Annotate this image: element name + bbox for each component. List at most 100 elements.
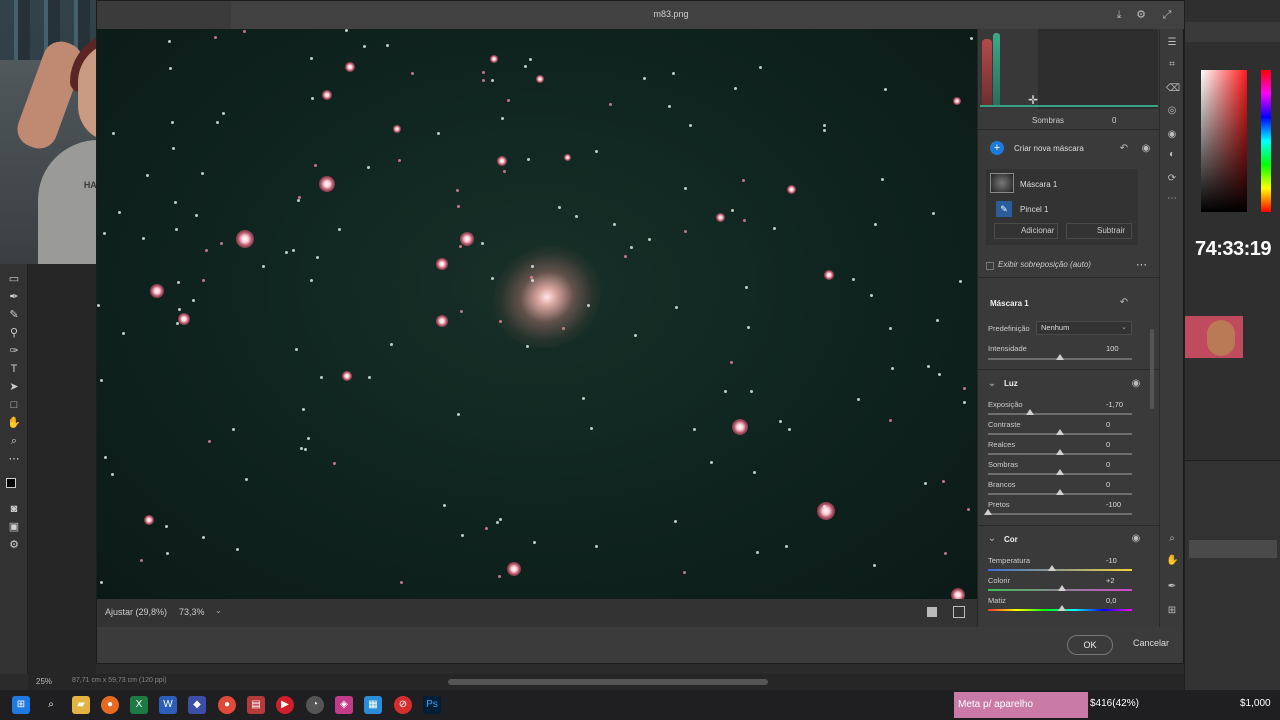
adjustment-slider[interactable] xyxy=(988,469,1132,475)
mask-item-label[interactable]: Máscara 1 xyxy=(1020,180,1057,189)
slider-thumb[interactable] xyxy=(1056,449,1064,455)
slider-value[interactable]: -1,70 xyxy=(1106,400,1123,409)
chevron-down-icon[interactable]: ⌄ xyxy=(215,606,222,615)
image-preview[interactable] xyxy=(97,29,977,599)
eyedropper-tool-icon[interactable]: ✒ xyxy=(6,290,22,304)
quick-mask-icon[interactable]: ◙ xyxy=(6,502,22,516)
adjustment-slider[interactable] xyxy=(988,585,1132,591)
red-eye-icon[interactable]: ◉ xyxy=(1166,129,1178,141)
windows-start-icon[interactable]: ⊞ xyxy=(12,696,30,714)
eye-icon[interactable]: ◉ xyxy=(1130,378,1142,390)
preset-select[interactable]: Nenhum ⌄ xyxy=(1036,321,1132,335)
marquee-tool-icon[interactable]: ▭ xyxy=(6,272,22,286)
create-new-mask-button[interactable]: Criar nova máscara xyxy=(1014,144,1084,153)
slider-thumb[interactable] xyxy=(1048,565,1056,571)
adjustment-slider[interactable] xyxy=(988,489,1132,495)
eye-icon[interactable]: ◉ xyxy=(1140,143,1152,155)
crop-icon[interactable]: ⌗ xyxy=(1166,59,1178,71)
foreground-color-swatch[interactable] xyxy=(6,478,16,488)
eye-icon[interactable]: ◉ xyxy=(1130,533,1142,545)
color-picker-field[interactable] xyxy=(1201,70,1247,212)
presets-icon[interactable]: ◐ xyxy=(1166,149,1178,161)
hand-tool-icon[interactable]: ✋ xyxy=(6,416,22,430)
slider-thumb[interactable] xyxy=(1056,354,1064,360)
brush-item-label[interactable]: Pincel 1 xyxy=(1020,205,1048,214)
edit-toolbar-icon[interactable]: ⚙ xyxy=(6,538,22,552)
word-icon[interactable]: W xyxy=(159,696,177,714)
zoom-value[interactable]: 73,3% xyxy=(179,607,205,617)
snapshots-icon[interactable]: ⟳ xyxy=(1166,173,1178,185)
search-icon[interactable]: ⌕ xyxy=(42,696,60,714)
fit-zoom-label[interactable]: Ajustar (29,8%) xyxy=(105,607,167,617)
adjustment-slider[interactable] xyxy=(988,409,1132,415)
photoshop-icon[interactable]: Ps xyxy=(423,696,441,714)
before-after-view-icon[interactable] xyxy=(953,606,965,618)
app-icon[interactable]: ◆ xyxy=(188,696,206,714)
settings-gear-icon[interactable]: ⚙ xyxy=(1135,9,1147,21)
notes-icon[interactable]: ▦ xyxy=(364,696,382,714)
slider-value[interactable]: 0 xyxy=(1106,480,1110,489)
slider-value[interactable]: -10 xyxy=(1106,556,1117,565)
plus-icon[interactable]: + xyxy=(990,141,1004,155)
eraser-icon[interactable]: ⌫ xyxy=(1166,83,1180,95)
screen-mode-icon[interactable]: ▣ xyxy=(6,520,22,534)
slider-thumb[interactable] xyxy=(1056,429,1064,435)
slider-value[interactable]: +2 xyxy=(1106,576,1115,585)
overlay-checkbox[interactable] xyxy=(986,262,994,270)
mask-thumbnail[interactable] xyxy=(990,173,1014,193)
hand-icon[interactable]: ✋ xyxy=(1166,555,1178,567)
chevron-down-icon[interactable]: ⌄ xyxy=(986,533,998,545)
zoom-icon[interactable]: ⌕ xyxy=(1166,533,1178,545)
add-mask-button[interactable]: Adicionar xyxy=(994,223,1058,239)
zoom-tool-icon[interactable]: ⌕ xyxy=(6,434,22,448)
intensity-value[interactable]: 100 xyxy=(1106,344,1119,353)
slider-thumb[interactable] xyxy=(1056,489,1064,495)
chrome-icon[interactable]: ● xyxy=(218,696,236,714)
excel-icon[interactable]: X xyxy=(130,696,148,714)
subtract-mask-button[interactable]: Subtrair xyxy=(1066,223,1132,239)
pen-tool-icon[interactable]: ✑ xyxy=(6,344,22,358)
masking-icon[interactable]: ◎ xyxy=(1166,105,1178,117)
slider-value[interactable]: 0 xyxy=(1106,440,1110,449)
app-icon[interactable]: ⊘ xyxy=(394,696,412,714)
adjustment-slider[interactable] xyxy=(988,565,1132,571)
slider-value[interactable]: 0 xyxy=(1106,420,1110,429)
cancel-button[interactable]: Cancelar xyxy=(1133,638,1169,648)
save-icon[interactable]: ⤓ xyxy=(1113,9,1125,21)
color-sampler-icon[interactable]: ✒ xyxy=(1166,581,1178,593)
slider-value[interactable]: -100 xyxy=(1106,500,1121,509)
slider-value[interactable]: 0,0 xyxy=(1106,596,1116,605)
slider-thumb[interactable] xyxy=(1058,585,1066,591)
slider-thumb[interactable] xyxy=(1058,605,1066,611)
rectangle-tool-icon[interactable]: □ xyxy=(6,398,22,412)
fullscreen-icon[interactable]: ⤢ xyxy=(1161,9,1173,21)
adjustment-slider[interactable] xyxy=(988,449,1132,455)
adjustment-slider[interactable] xyxy=(988,605,1132,611)
light-section-title[interactable]: Luz xyxy=(1004,379,1018,388)
panel-scrollbar[interactable] xyxy=(1150,329,1154,409)
adjustment-slider[interactable] xyxy=(988,429,1132,435)
more-options-icon[interactable]: ⋯ xyxy=(1136,258,1148,271)
adjustment-slider[interactable] xyxy=(984,509,1132,515)
ps-zoom-level[interactable]: 25% xyxy=(36,677,52,686)
grid-icon[interactable]: ⊞ xyxy=(1166,605,1178,617)
app-icon[interactable]: ◔ xyxy=(306,696,324,714)
ps-horizontal-scrollbar[interactable] xyxy=(448,679,768,685)
media-player-icon[interactable]: ▶ xyxy=(276,696,294,714)
layer-row[interactable] xyxy=(1189,540,1277,558)
path-select-tool-icon[interactable]: ➤ xyxy=(6,380,22,394)
slider-thumb[interactable] xyxy=(984,509,992,515)
ok-button[interactable]: OK xyxy=(1067,635,1113,655)
edit-sliders-icon[interactable]: ☰ xyxy=(1166,37,1178,49)
app-icon[interactable]: ▤ xyxy=(247,696,265,714)
firefox-icon[interactable]: ● xyxy=(101,696,119,714)
reset-icon[interactable]: ↶ xyxy=(1118,297,1130,309)
intensity-slider[interactable] xyxy=(988,354,1132,360)
file-explorer-icon[interactable]: ▰ xyxy=(72,696,90,714)
more-tools-icon[interactable]: ⋯ xyxy=(6,452,22,466)
single-view-icon[interactable] xyxy=(927,607,937,617)
color-section-title[interactable]: Cor xyxy=(1004,535,1018,544)
hue-slider[interactable] xyxy=(1261,70,1271,212)
more-icon[interactable]: ⋯ xyxy=(1166,193,1178,205)
slider-thumb[interactable] xyxy=(1026,409,1034,415)
